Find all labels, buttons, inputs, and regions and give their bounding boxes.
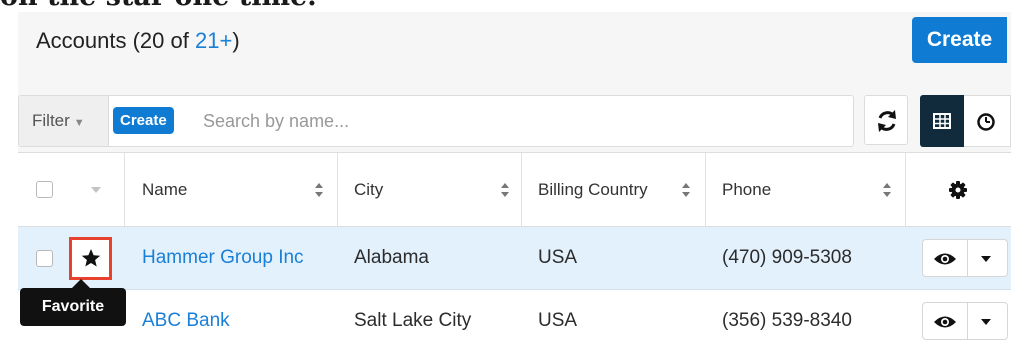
eye-icon[interactable] bbox=[933, 251, 957, 267]
create-button[interactable]: Create bbox=[912, 17, 1007, 63]
caret-down-icon: ▼ bbox=[73, 117, 85, 129]
phone-cell: (470) 909-5308 bbox=[722, 247, 852, 268]
chevron-down-icon[interactable] bbox=[980, 318, 992, 326]
search-input[interactable] bbox=[201, 96, 805, 146]
city-cell: Salt Lake City bbox=[354, 310, 472, 331]
tooltip-arrow bbox=[72, 279, 90, 288]
column-header-label: Name bbox=[142, 179, 188, 199]
page-title-label: Accounts (20 of bbox=[36, 28, 195, 53]
list-header: Accounts (20 of 21+) Create bbox=[18, 12, 1011, 74]
billing-country-cell: USA bbox=[538, 247, 578, 268]
column-header-label: Billing Country bbox=[538, 179, 648, 199]
column-header-label: Phone bbox=[722, 179, 772, 199]
accounts-table: Name City Billing Country Phone Hammer G… bbox=[18, 152, 1011, 352]
account-name-link[interactable]: ABC Bank bbox=[142, 310, 230, 332]
row-actions bbox=[922, 302, 1008, 340]
column-header-label: City bbox=[354, 179, 384, 199]
activity-stream-button[interactable] bbox=[964, 95, 1011, 147]
grid-view-icon bbox=[933, 113, 951, 129]
select-all-checkbox[interactable] bbox=[36, 181, 53, 198]
filter-dropdown[interactable]: Filter ▼ bbox=[19, 96, 109, 146]
filter-label: Filter bbox=[32, 111, 70, 130]
refresh-icon bbox=[878, 110, 896, 132]
column-settings-button[interactable] bbox=[905, 153, 1011, 226]
table-row[interactable]: Hammer Group Inc Alabama USA (470) 909-5… bbox=[18, 227, 1011, 290]
page-title: Accounts (20 of 21+) bbox=[36, 28, 240, 54]
gear-icon bbox=[949, 180, 967, 199]
favorite-star-highlight[interactable] bbox=[69, 237, 112, 280]
row-checkbox[interactable] bbox=[36, 250, 53, 267]
billing-country-cell: USA bbox=[538, 310, 578, 331]
eye-icon[interactable] bbox=[933, 314, 957, 330]
column-header-city[interactable]: City bbox=[337, 153, 521, 226]
account-name-link[interactable]: Hammer Group Inc bbox=[142, 247, 304, 269]
filter-bar: Filter ▼ Create bbox=[18, 95, 1011, 149]
sort-icon bbox=[501, 182, 509, 197]
page-title-suffix: ) bbox=[232, 28, 240, 53]
record-count[interactable]: 21+ bbox=[195, 28, 232, 53]
row-actions bbox=[922, 239, 1008, 277]
table-row[interactable]: ABC Bank Salt Lake City USA (356) 539-83… bbox=[18, 290, 1011, 352]
refresh-button[interactable] bbox=[864, 95, 908, 145]
chevron-down-icon[interactable] bbox=[980, 255, 992, 263]
phone-cell: (356) 539-8340 bbox=[722, 310, 852, 331]
sort-icon bbox=[883, 182, 891, 197]
column-header-phone[interactable]: Phone bbox=[705, 153, 905, 226]
column-header-billing-country[interactable]: Billing Country bbox=[521, 153, 705, 226]
star-icon bbox=[81, 249, 101, 267]
sort-icon bbox=[315, 182, 323, 197]
clock-icon bbox=[977, 113, 995, 131]
accounts-list-view: Accounts (20 of 21+) Create Filter ▼ Crea… bbox=[18, 12, 1011, 352]
favorite-tooltip: Favorite bbox=[20, 288, 126, 326]
chevron-down-icon bbox=[91, 186, 101, 193]
mass-actions-dropdown[interactable] bbox=[68, 153, 124, 226]
column-header-name[interactable]: Name bbox=[124, 153, 337, 226]
list-view-button[interactable] bbox=[920, 95, 964, 147]
filter-create-button[interactable]: Create bbox=[113, 107, 174, 134]
sort-icon bbox=[682, 182, 690, 197]
table-header-row: Name City Billing Country Phone bbox=[18, 152, 1011, 227]
city-cell: Alabama bbox=[354, 247, 429, 268]
search-box: Filter ▼ Create bbox=[18, 95, 854, 147]
